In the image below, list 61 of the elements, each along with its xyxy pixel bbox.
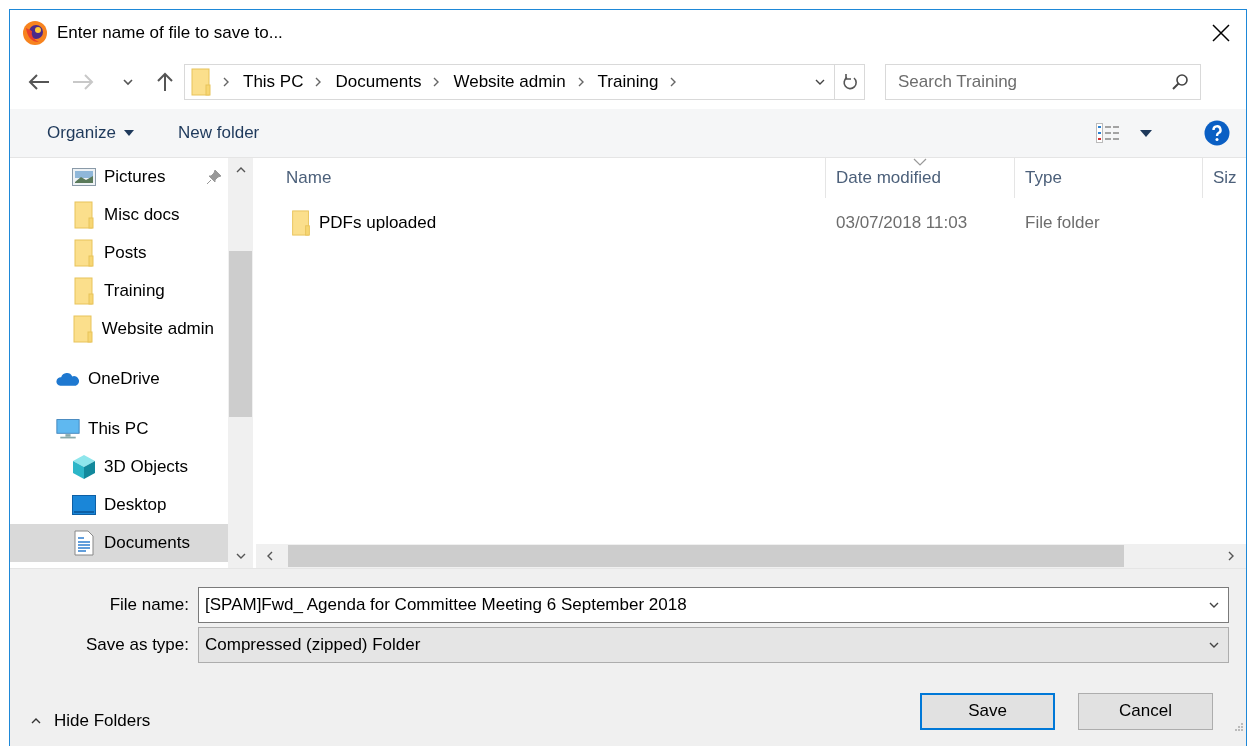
- landscape-picture-icon: [72, 168, 96, 186]
- address-bar[interactable]: This PC Documents Website admin Training: [184, 64, 865, 100]
- file-name[interactable]: PDFs uploaded: [319, 213, 437, 233]
- column-header[interactable]: Name: [256, 158, 826, 198]
- file-type-dropdown[interactable]: Compressed (zipped) Folder: [198, 627, 1229, 663]
- nav-item[interactable]: 3D Objects: [10, 448, 228, 486]
- column-header[interactable]: Siz: [1203, 158, 1246, 198]
- nav-item[interactable]: Training: [10, 272, 228, 310]
- sort-chevron-icon: [913, 158, 927, 166]
- table-cell-text: File folder: [1024, 213, 1101, 233]
- caret-icon[interactable]: [1140, 129, 1152, 137]
- back-arrow-icon[interactable]: [28, 74, 50, 90]
- search-field[interactable]: Search Training: [885, 64, 1201, 100]
- folder-icon: [74, 201, 94, 229]
- resize-grip-icon[interactable]: [1235, 723, 1243, 731]
- file-name-field[interactable]: [SPAM]Fwd_ Agenda for Committee Meeting 6 September 2018: [198, 587, 1229, 623]
- view-list-icon[interactable]: [1096, 123, 1122, 143]
- refresh-icon[interactable]: [841, 73, 858, 91]
- browser-logo-icon: [22, 20, 48, 46]
- breadcrumb[interactable]: Training: [597, 72, 659, 92]
- folder-icon: [291, 210, 311, 236]
- help-icon[interactable]: [1204, 120, 1230, 146]
- nav-item[interactable]: This PC: [10, 410, 228, 448]
- caret-icon: [124, 130, 134, 136]
- cube-icon: [72, 454, 96, 480]
- column-header[interactable]: Date modified: [826, 158, 1015, 198]
- folder-icon: [74, 277, 94, 305]
- organize-menu-button[interactable]: Organize: [37, 119, 144, 147]
- nav-item[interactable]: Misc docs: [10, 196, 228, 234]
- chevron-down-icon[interactable]: [122, 76, 134, 88]
- column-header[interactable]: Type: [1015, 158, 1203, 198]
- nav-item[interactable]: Desktop: [10, 486, 228, 524]
- nav-item[interactable]: Documents: [10, 524, 228, 562]
- window-title: Enter name of file to save to...: [57, 23, 283, 43]
- hide-folders-button[interactable]: Hide Folders: [30, 711, 151, 731]
- document-icon: [74, 530, 94, 556]
- breadcrumb[interactable]: This PC: [243, 72, 304, 92]
- cancel-button[interactable]: Cancel: [1078, 692, 1213, 730]
- save-button[interactable]: Save: [920, 692, 1055, 730]
- nav-item[interactable]: Posts: [10, 234, 228, 272]
- breadcrumb[interactable]: Website admin: [453, 72, 566, 92]
- new-folder-button[interactable]: New folder: [168, 119, 270, 147]
- close-icon[interactable]: [1212, 24, 1230, 42]
- scrollbar-thumb[interactable]: [229, 251, 252, 417]
- folder-icon: [72, 315, 93, 343]
- field-label: File name:: [108, 595, 190, 615]
- scrollbar-thumb[interactable]: [288, 545, 1124, 567]
- up-arrow-icon[interactable]: [156, 72, 174, 92]
- folder-icon: [191, 68, 211, 96]
- breadcrumb[interactable]: Documents: [335, 72, 422, 92]
- nav-item[interactable]: Pictures: [10, 158, 228, 196]
- table-cell-text: 03/07/2018 11:03: [835, 213, 969, 233]
- desktop-icon: [72, 495, 96, 515]
- cloud-icon: [56, 370, 80, 388]
- monitor-icon: [56, 417, 80, 441]
- folder-icon: [74, 239, 94, 267]
- nav-item[interactable]: OneDrive: [10, 360, 228, 398]
- field-label: Save as type:: [85, 635, 190, 655]
- search-icon[interactable]: [1171, 73, 1189, 91]
- pin-icon[interactable]: [206, 169, 222, 185]
- nav-item[interactable]: Website admin: [10, 310, 228, 348]
